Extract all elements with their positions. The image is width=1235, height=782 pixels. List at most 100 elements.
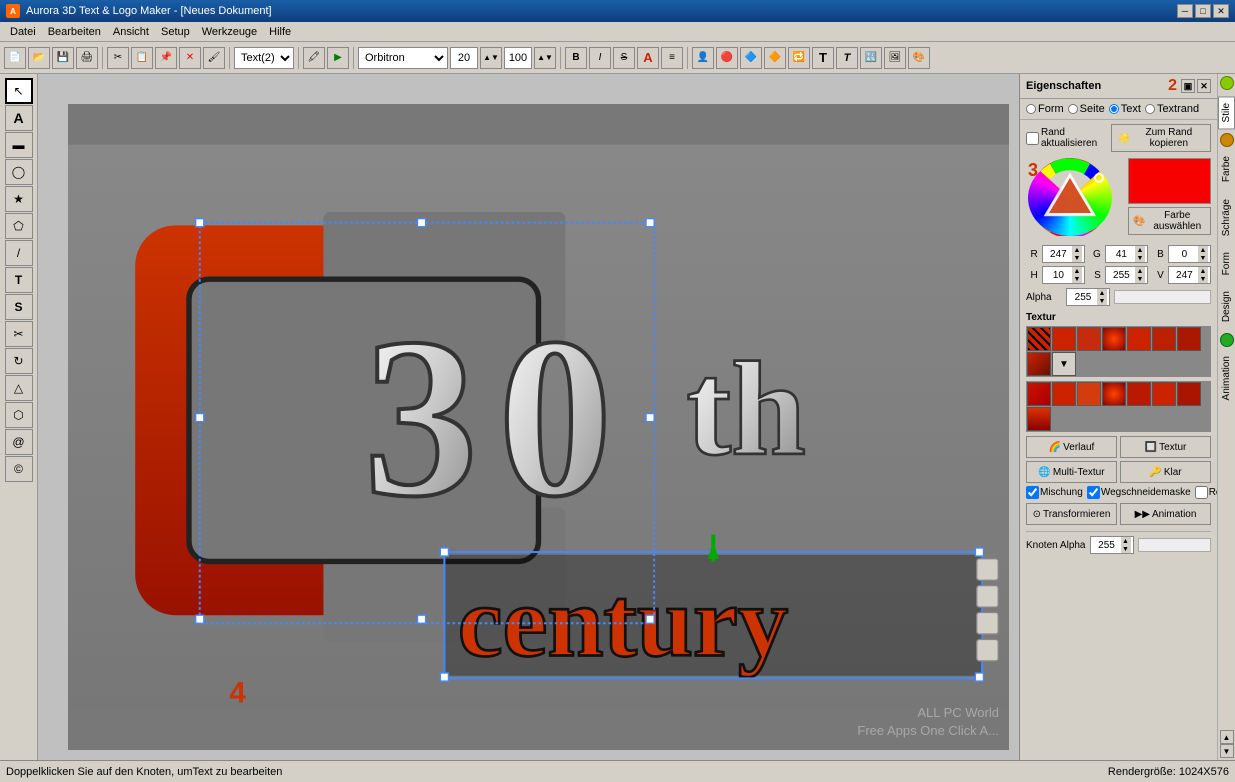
paint2-button[interactable]: 🖍 <box>303 47 325 69</box>
h-spinbox[interactable]: 10 ▲▼ <box>1042 266 1085 284</box>
s-down[interactable]: ▼ <box>1135 275 1145 283</box>
save-button[interactable]: 💾 <box>52 47 74 69</box>
v-up[interactable]: ▲ <box>1198 267 1208 275</box>
v-spinbox[interactable]: 247 ▲▼ <box>1168 266 1211 284</box>
reflexion-check[interactable]: Reflexion <box>1195 486 1217 499</box>
texture-thumb-1[interactable] <box>1027 327 1051 351</box>
font-size-input[interactable] <box>450 47 478 69</box>
tab-textrand[interactable]: Textrand <box>1145 103 1199 115</box>
strikethrough-button[interactable]: S <box>613 47 635 69</box>
align-button[interactable]: ≡ <box>661 47 683 69</box>
zum-rand-button[interactable]: 🌟 Zum Rand kopieren <box>1111 124 1211 152</box>
g-down[interactable]: ▼ <box>1135 254 1145 262</box>
hex-tool[interactable]: ⬡ <box>5 402 33 428</box>
italic-button[interactable]: I <box>589 47 611 69</box>
h-down[interactable]: ▼ <box>1072 275 1082 283</box>
tool-6[interactable]: T <box>812 47 834 69</box>
close-button[interactable]: ✕ <box>1213 4 1229 18</box>
canvas-background[interactable]: 3 0 th century <box>68 104 1009 750</box>
side-tab-stile[interactable]: Stile <box>1218 96 1235 129</box>
texture-thumb-16[interactable] <box>1027 407 1051 431</box>
side-tab-form[interactable]: Form <box>1218 245 1235 282</box>
bold-button[interactable]: B <box>565 47 587 69</box>
r-spinbox[interactable]: 247 ▲▼ <box>1042 245 1085 263</box>
open-button[interactable]: 📂 <box>28 47 50 69</box>
knoten-down[interactable]: ▼ <box>1121 545 1131 553</box>
texture-thumb-15[interactable] <box>1177 382 1201 406</box>
font-zoom-spin[interactable]: ▲▼ <box>534 47 556 69</box>
texture-thumb-7[interactable] <box>1177 327 1201 351</box>
side-tab-icon-1[interactable] <box>1220 76 1234 90</box>
maximize-button[interactable]: □ <box>1195 4 1211 18</box>
texture-thumb-6[interactable] <box>1152 327 1176 351</box>
s-tool[interactable]: S <box>5 294 33 320</box>
copy-button[interactable]: 📋 <box>131 47 153 69</box>
texture-thumb-12[interactable] <box>1102 382 1126 406</box>
farbe-auswaehlen-button[interactable]: 🎨 Farbe auswählen <box>1128 207 1211 235</box>
text-tool[interactable]: A <box>5 105 33 131</box>
menu-datei[interactable]: Datei <box>4 25 42 39</box>
s-spinbox[interactable]: 255 ▲▼ <box>1105 266 1148 284</box>
new-button[interactable]: 📄 <box>4 47 26 69</box>
b-spinbox[interactable]: 0 ▲▼ <box>1168 245 1211 263</box>
polygon-tool[interactable]: ⬠ <box>5 213 33 239</box>
menu-setup[interactable]: Setup <box>155 25 196 39</box>
b-down[interactable]: ▼ <box>1198 254 1208 262</box>
s-up[interactable]: ▲ <box>1135 267 1145 275</box>
knoten-up[interactable]: ▲ <box>1121 537 1131 545</box>
color-swatch[interactable] <box>1128 158 1211 204</box>
side-tab-farbe[interactable]: Farbe <box>1218 149 1235 189</box>
star-tool[interactable]: ★ <box>5 186 33 212</box>
triangle-tool[interactable]: △ <box>5 375 33 401</box>
texture-thumb-5[interactable] <box>1127 327 1151 351</box>
side-scroll-down[interactable]: ▼ <box>1220 744 1234 758</box>
menu-bearbeiten[interactable]: Bearbeiten <box>42 25 107 39</box>
color-wheel-container[interactable]: 3 <box>1026 158 1124 239</box>
tool-8[interactable]: 🔣 <box>860 47 882 69</box>
cut-button[interactable]: ✂ <box>107 47 129 69</box>
canvas-area[interactable]: 3 0 th century <box>38 74 1019 760</box>
tool-1[interactable]: 👤 <box>692 47 714 69</box>
texture-thumb-14[interactable] <box>1152 382 1176 406</box>
cut-tool[interactable]: ✂ <box>5 321 33 347</box>
alpha-down[interactable]: ▼ <box>1097 297 1107 305</box>
animation-button[interactable]: ▶▶ Animation <box>1120 503 1211 525</box>
menu-werkzeuge[interactable]: Werkzeuge <box>196 25 263 39</box>
copyright-tool[interactable]: © <box>5 456 33 482</box>
r-down[interactable]: ▼ <box>1072 254 1082 262</box>
print-button[interactable]: 🖨 <box>76 47 98 69</box>
b-up[interactable]: ▲ <box>1198 246 1208 254</box>
side-tab-design[interactable]: Design <box>1218 284 1235 329</box>
select-tool[interactable]: ↖ <box>5 78 33 104</box>
tool-4[interactable]: 🔶 <box>764 47 786 69</box>
v-down[interactable]: ▼ <box>1198 275 1208 283</box>
texture-thumb-10[interactable] <box>1052 382 1076 406</box>
side-tab-animation[interactable]: Animation <box>1218 349 1235 407</box>
tool-3[interactable]: 🔷 <box>740 47 762 69</box>
g-up[interactable]: ▲ <box>1135 246 1145 254</box>
verlauf-button[interactable]: 🌈 Verlauf <box>1026 436 1117 458</box>
panel-restore-button[interactable]: ▣ <box>1181 79 1195 93</box>
paint-button[interactable]: 🖌 <box>203 47 225 69</box>
tool-9[interactable]: 🖼 <box>884 47 906 69</box>
texture-thumb-9[interactable] <box>1027 382 1051 406</box>
tool-7[interactable]: T <box>836 47 858 69</box>
textur-button[interactable]: 🔲 Textur <box>1120 436 1211 458</box>
font-color-button[interactable]: A <box>637 47 659 69</box>
ellipse-tool[interactable]: ◯ <box>5 159 33 185</box>
side-tab-schraege[interactable]: Schräge <box>1218 192 1235 243</box>
object-select[interactable]: Text(2) <box>234 47 294 69</box>
font-select[interactable]: Orbitron <box>358 47 448 69</box>
r-up[interactable]: ▲ <box>1072 246 1082 254</box>
play-button[interactable]: ▶ <box>327 47 349 69</box>
texture-grid[interactable]: ▼ <box>1026 326 1211 377</box>
line-tool[interactable]: / <box>5 240 33 266</box>
knoten-alpha-spinbox[interactable]: 255 ▲▼ <box>1090 536 1134 554</box>
font-zoom-input[interactable] <box>504 47 532 69</box>
tab-seite[interactable]: Seite <box>1068 103 1105 115</box>
alpha-slider[interactable] <box>1114 290 1211 304</box>
texture-grid-2[interactable] <box>1026 381 1211 432</box>
rotate-tool[interactable]: ↻ <box>5 348 33 374</box>
menu-hilfe[interactable]: Hilfe <box>263 25 297 39</box>
panel-close-button[interactable]: ✕ <box>1197 79 1211 93</box>
